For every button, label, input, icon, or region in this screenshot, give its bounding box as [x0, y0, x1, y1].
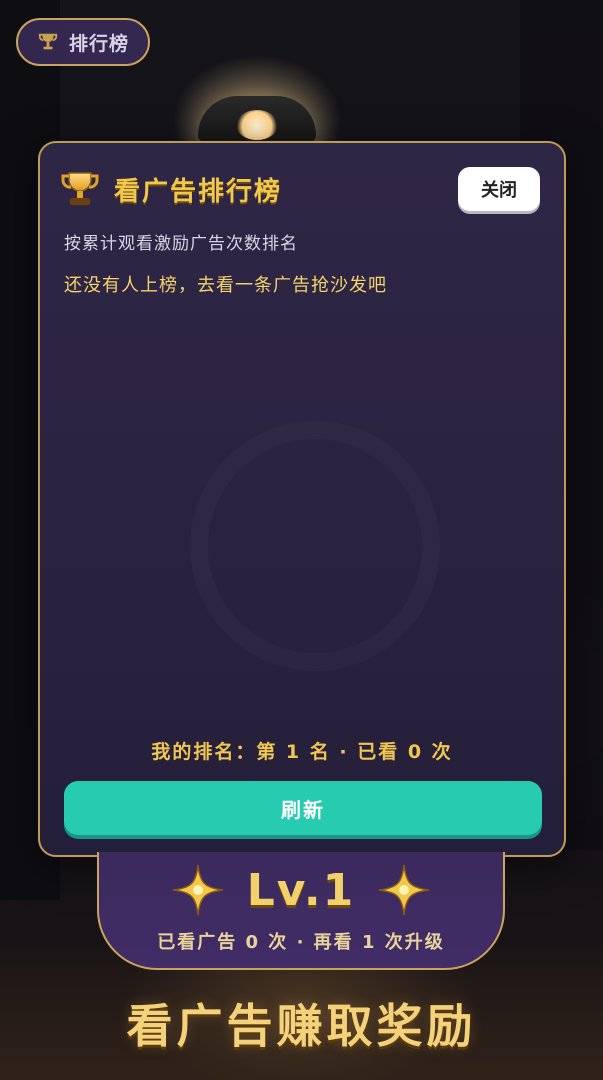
trophy-icon: [61, 172, 99, 205]
leaderboard-button[interactable]: 排行榜: [16, 18, 150, 66]
trophy-icon: [38, 33, 58, 50]
leaderboard-button-label: 排行榜: [68, 32, 129, 55]
page-title: 看广告赚取奖励: [126, 999, 477, 1053]
level-card: Lv.1 已看广告 0 次 · 再看 1 次升级: [97, 852, 505, 970]
level-label: Lv.1: [246, 864, 356, 916]
modal-header: 看广告排行榜: [60, 167, 282, 211]
level-row: Lv.1: [99, 862, 503, 918]
lamp-light: [236, 110, 278, 140]
my-rank-text: 我的排名：第 1 名 · 已看 0 次: [151, 741, 453, 763]
modal-title: 看广告排行榜: [114, 176, 283, 207]
sparkle-icon: [379, 864, 430, 916]
empty-leaderboard-message: 还没有人上榜，去看一条广告抢沙发吧: [64, 275, 387, 296]
level-stats: 已看广告 0 次 · 再看 1 次升级: [157, 932, 445, 953]
refresh-button[interactable]: 刷新: [64, 781, 542, 835]
close-button[interactable]: 关闭: [458, 167, 540, 211]
modal-subtitle: 按累计观看激励广告次数排名: [64, 234, 298, 254]
sparkle-icon: [172, 864, 223, 916]
leaderboard-modal: 看广告排行榜 关闭 按累计观看激励广告次数排名 还没有人上榜，去看一条广告抢沙发…: [38, 141, 566, 857]
background-watermark: [190, 421, 440, 671]
